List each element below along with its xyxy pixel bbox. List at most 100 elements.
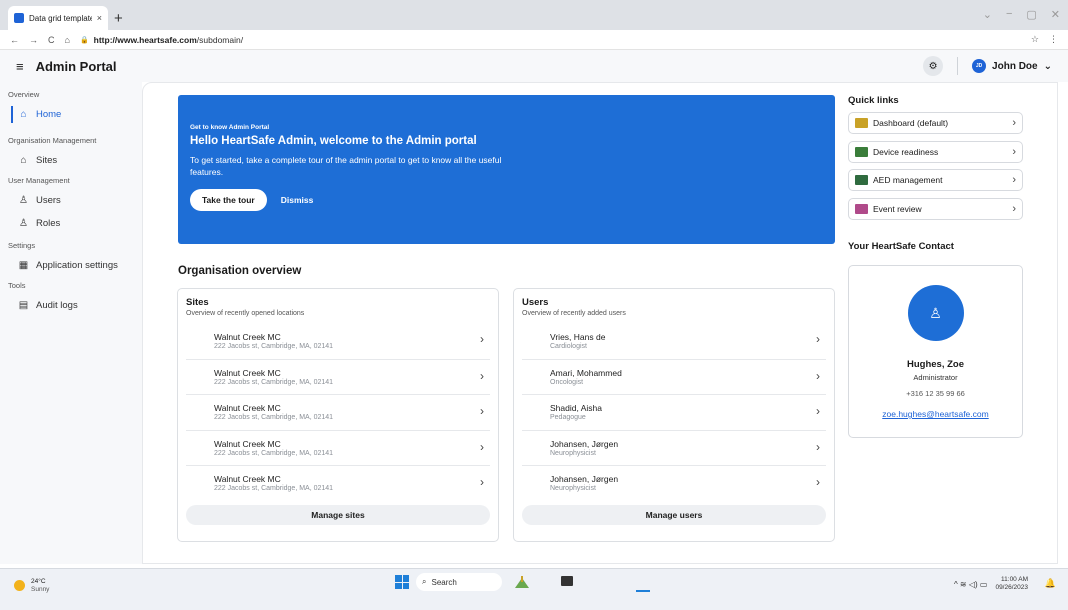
- minimize-icon[interactable]: −: [1006, 8, 1012, 21]
- window-controls: ⌄ − ▢ ✕: [983, 8, 1060, 21]
- sidebar-item-roles[interactable]: ♙ Roles: [0, 212, 142, 235]
- list-item[interactable]: Walnut Creek MC 222 Jacobs st, Cambridge,…: [186, 394, 490, 430]
- contact-name: Hughes, Zoe: [906, 359, 964, 370]
- app-icon[interactable]: [513, 574, 531, 590]
- list-item-title: Shadid, Aisha: [550, 403, 602, 414]
- weather-widget[interactable]: 24°C Sunny: [14, 578, 49, 594]
- organisation-overview-title: Organisation overview: [178, 265, 302, 277]
- tab-list-icon[interactable]: ⌄: [983, 8, 992, 21]
- sidebar-item-label: Roles: [36, 218, 61, 229]
- new-tab-button[interactable]: +: [114, 10, 123, 27]
- back-icon[interactable]: ←: [10, 35, 19, 45]
- sidebar-item-audit-logs[interactable]: ▤ Audit logs: [0, 294, 142, 317]
- sidebar-item-sites[interactable]: ⌂ Sites: [0, 149, 142, 172]
- url-host: http://www.heartsafe.com: [93, 34, 197, 45]
- user-role-icon: ♙: [19, 218, 28, 229]
- users-card-title: Users: [522, 297, 549, 308]
- list-item[interactable]: Walnut Creek MC 222 Jacobs st, Cambridge,…: [186, 465, 490, 501]
- list-item[interactable]: Shadid, Aisha Pedagogue ›: [522, 394, 826, 430]
- taskbar-search-label: Search: [431, 577, 457, 587]
- list-item[interactable]: Walnut Creek MC 222 Jacobs st, Cambridge,…: [186, 323, 490, 359]
- chevron-right-icon: ›: [816, 368, 820, 383]
- clock-date: 09/26/2023: [995, 584, 1028, 592]
- list-item[interactable]: Walnut Creek MC 222 Jacobs st, Cambridge,…: [186, 429, 490, 466]
- reload-icon[interactable]: C: [48, 35, 55, 45]
- chevron-down-icon: ⌄: [1043, 60, 1052, 72]
- take-tour-button[interactable]: Take the tour: [190, 188, 267, 211]
- quick-link-item[interactable]: Device readiness ›: [848, 140, 1023, 163]
- list-item[interactable]: Walnut Creek MC 222 Jacobs st, Cambridge,…: [186, 358, 490, 395]
- list-item[interactable]: Johansen, Jørgen Neurophysicist ›: [522, 429, 826, 466]
- list-item-subtitle: 222 Jacobs st, Cambridge, MA, 02141: [214, 485, 334, 493]
- windows-start-icon[interactable]: [395, 575, 409, 589]
- clock[interactable]: 11:00 AM 09/26/2023: [995, 576, 1028, 593]
- welcome-banner: Get to know Admin Portal Hello HeartSafe…: [178, 95, 835, 244]
- home-icon[interactable]: ⌂: [65, 35, 70, 45]
- tab-title: Data grid template: [29, 13, 92, 23]
- url-field[interactable]: 🔒 http://www.heartsafe.com/subdomain/: [80, 35, 1021, 45]
- browser-menu-icon[interactable]: ⋮: [1049, 34, 1058, 45]
- list-item-subtitle: Neurophysicist: [550, 485, 596, 493]
- user-name: John Doe: [992, 60, 1038, 72]
- hamburger-menu-icon[interactable]: ≡: [16, 59, 24, 74]
- quick-link-label: Dashboard (default): [873, 118, 949, 128]
- quick-link-item[interactable]: AED management ›: [848, 169, 1023, 191]
- chevron-right-icon: ›: [816, 439, 820, 454]
- sidebar-item-application-settings[interactable]: ▦ Application settings: [0, 254, 142, 277]
- sidebar-item-users[interactable]: ♙ Users: [0, 189, 142, 212]
- notification-icon[interactable]: ⚙: [923, 56, 944, 76]
- list-item[interactable]: Amari, Mohammed Oncologist ›: [522, 358, 826, 395]
- chevron-right-icon: ›: [1012, 202, 1016, 215]
- sites-card: Sites Overview of recently opened locati…: [177, 288, 499, 542]
- clock-time: 11:00 AM: [1001, 576, 1028, 583]
- home-icon: ⌂: [20, 109, 27, 120]
- notification-bell-icon[interactable]: 🔔: [1045, 578, 1056, 589]
- close-window-icon[interactable]: ✕: [1051, 8, 1060, 21]
- contact-title: Your HeartSafe Contact: [848, 241, 954, 252]
- close-tab-icon[interactable]: ×: [97, 13, 102, 23]
- list-item-title: Amari, Mohammed: [550, 367, 622, 378]
- list-item-subtitle: Oncologist: [550, 378, 584, 386]
- list-item-subtitle: Neurophysicist: [550, 449, 596, 457]
- list-item-title: Johansen, Jørgen: [550, 474, 619, 485]
- address-bar: ← → C ⌂ 🔒 http://www.heartsafe.com/subdo…: [0, 30, 1068, 50]
- contact-role: Administrator: [913, 373, 958, 382]
- list-item-title: Walnut Creek MC: [214, 474, 281, 485]
- tray-icons[interactable]: ^ ≋ ◁) ▭: [954, 580, 988, 589]
- sidebar-item-label: Home: [36, 109, 62, 120]
- sidebar-group-tools: Tools: [8, 281, 26, 290]
- list-item-subtitle: 222 Jacobs st, Cambridge, MA, 02141: [214, 414, 334, 422]
- list-item-title: Walnut Creek MC: [214, 331, 281, 342]
- list-item-title: Walnut Creek MC: [214, 438, 281, 449]
- banner-description: To get started, take a complete tour of …: [190, 155, 502, 177]
- quick-link-label: Event review: [873, 203, 922, 214]
- sidebar-group-overview: Overview: [8, 90, 40, 99]
- maximize-icon[interactable]: ▢: [1026, 8, 1036, 21]
- list-item[interactable]: Vries, Hans de Cardiologist ›: [522, 323, 826, 359]
- browser-tab[interactable]: Data grid template ×: [8, 6, 108, 30]
- terminal-icon[interactable]: [561, 576, 573, 586]
- list-item-title: Johansen, Jørgen: [550, 438, 619, 449]
- contact-avatar-icon: ♙: [907, 285, 964, 341]
- header-divider: [957, 57, 959, 75]
- quick-links: Quick links Dashboard (default) › Device r…: [848, 95, 1023, 226]
- list-item[interactable]: Johansen, Jørgen Neurophysicist ›: [522, 465, 826, 501]
- contact-email-link[interactable]: zoe.hughes@heartsafe.com: [882, 409, 988, 419]
- taskbar-search[interactable]: ⌕ Search: [416, 573, 502, 591]
- user-menu[interactable]: JD John Doe ⌄: [972, 59, 1052, 73]
- sidebar-item-home[interactable]: ⌂ Home: [0, 103, 142, 126]
- manage-sites-button[interactable]: Manage sites: [186, 504, 490, 525]
- sun-icon: [14, 580, 25, 592]
- list-item-title: Walnut Creek MC: [214, 367, 281, 378]
- dismiss-button[interactable]: Dismiss: [281, 195, 314, 205]
- users-card-subtitle: Overview of recently added users: [522, 310, 626, 317]
- bookmark-star-icon[interactable]: ☆: [1031, 34, 1039, 45]
- quick-link-icon: [855, 175, 868, 185]
- quick-link-item[interactable]: Event review ›: [848, 197, 1023, 220]
- manage-users-button[interactable]: Manage users: [522, 504, 826, 525]
- forward-icon[interactable]: →: [29, 35, 38, 45]
- quick-link-item[interactable]: Dashboard (default) ›: [848, 112, 1023, 134]
- main-content: Get to know Admin Portal Hello HeartSafe…: [142, 82, 1058, 564]
- taskbar: 24°C Sunny ⌕ Search ^ ≋ ◁) ▭ 11:00 AM 09…: [0, 568, 1068, 610]
- active-app-indicator[interactable]: [636, 574, 650, 592]
